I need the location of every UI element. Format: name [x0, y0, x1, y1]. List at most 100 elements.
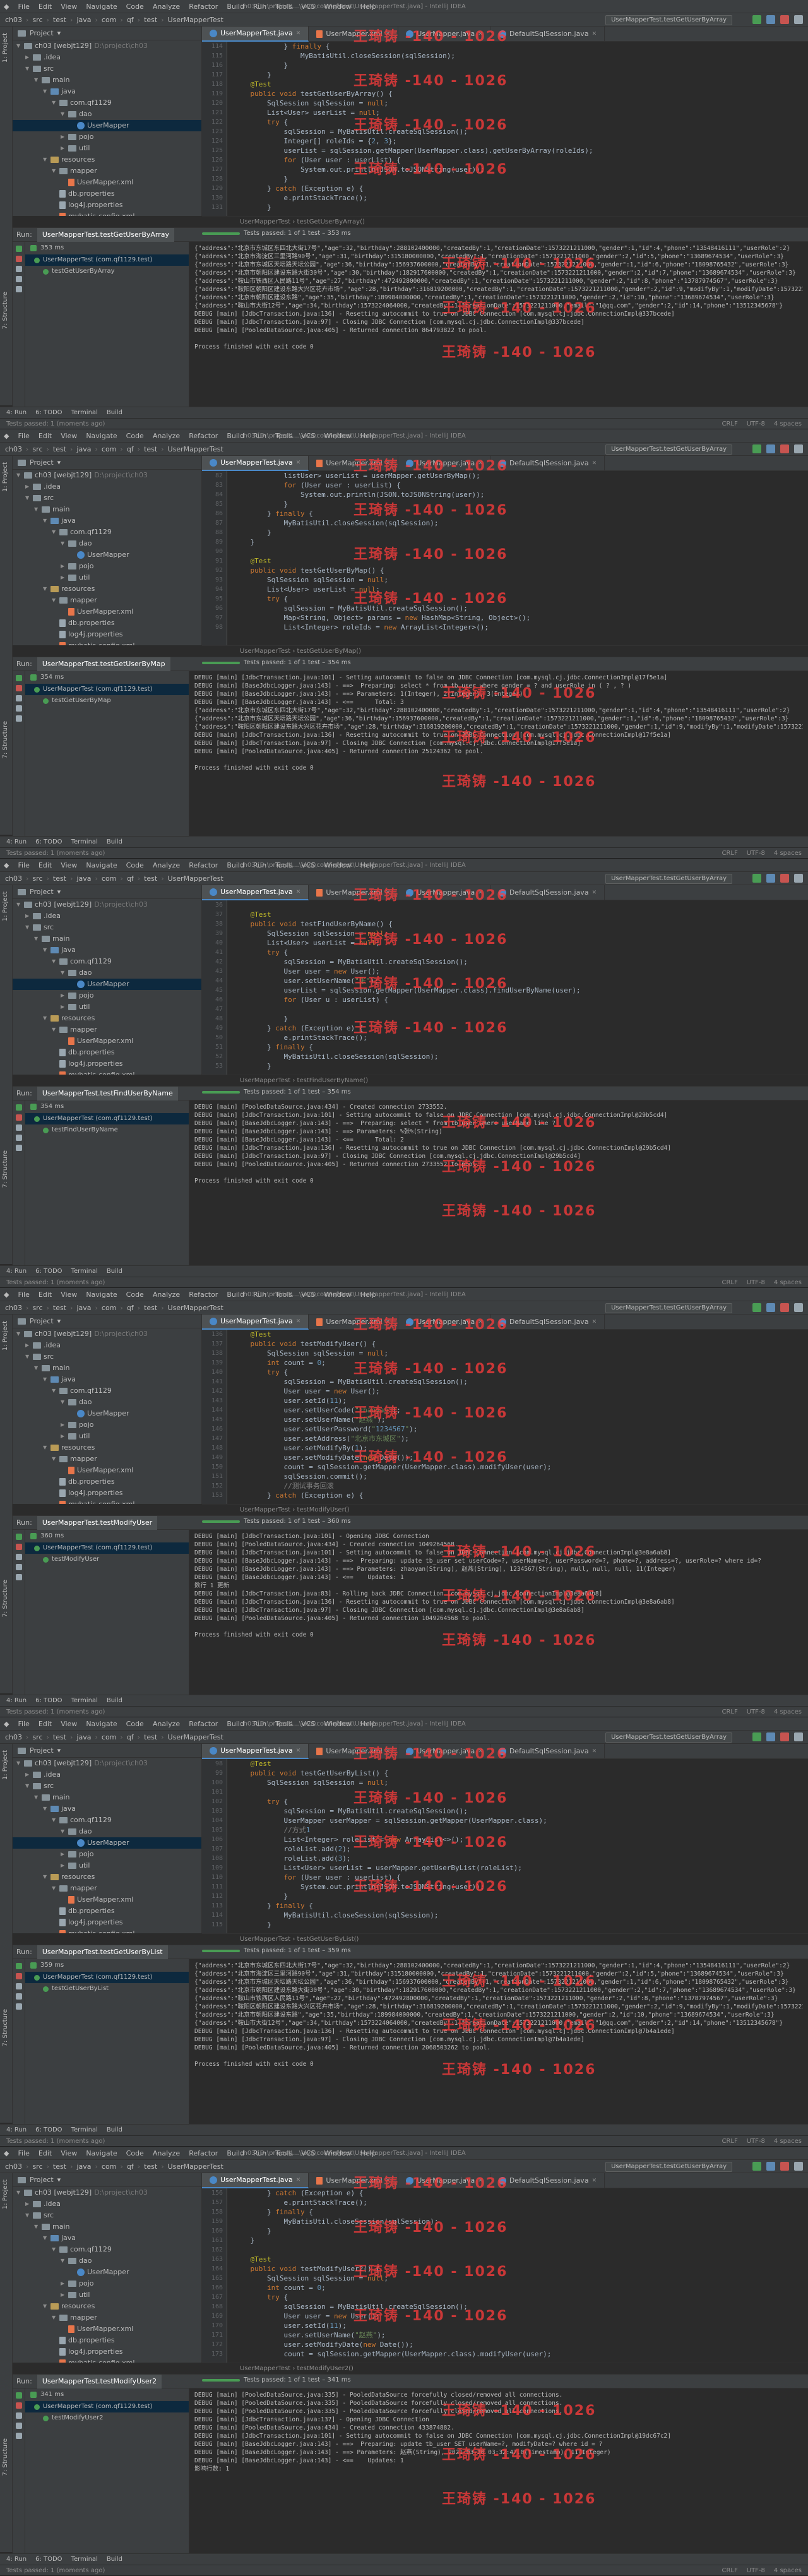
menu-file[interactable]: File: [18, 432, 29, 440]
bottom-tab[interactable]: 4: Run: [6, 1268, 27, 1275]
tree-item[interactable]: ▼ dao: [13, 109, 201, 120]
collapse-arrow-icon[interactable]: ▶: [25, 1769, 30, 1780]
test-class-row[interactable]: UserMapperTest (com.qf1129.test): [25, 1113, 189, 1124]
nav-crumb[interactable]: java: [76, 445, 91, 453]
tree-item[interactable]: ▼ java: [13, 1374, 201, 1385]
editor-tab[interactable]: DefaultSqlSession.java ✕: [491, 885, 605, 900]
editor-tab[interactable]: UserMapper.xml ✕: [309, 1744, 399, 1759]
console-output[interactable]: {"address":"北京市东城区东四北大街17号","age":32,"bi…: [189, 242, 808, 407]
run-icon[interactable]: [752, 2162, 761, 2171]
close-icon[interactable]: ✕: [478, 456, 483, 471]
editor-tab[interactable]: DefaultSqlSession.java ✕: [491, 2173, 605, 2188]
tree-item[interactable]: ▼ java: [13, 86, 201, 97]
bottom-tab[interactable]: Build: [107, 1697, 122, 1704]
close-icon[interactable]: ✕: [386, 1315, 391, 1330]
tree-item[interactable]: ▼ com.qf1129: [13, 1385, 201, 1397]
menu-analyze[interactable]: Analyze: [153, 861, 180, 869]
stop-icon[interactable]: [16, 256, 22, 262]
project-tool-tab[interactable]: 1: Project: [2, 1321, 9, 1351]
tree-item[interactable]: ▼ mapper: [13, 165, 201, 177]
nav-crumb[interactable]: test: [144, 1304, 157, 1312]
collapse-arrow-icon[interactable]: ▶: [25, 52, 30, 63]
search-icon[interactable]: [794, 1732, 803, 1741]
nav-crumb[interactable]: ch03: [5, 16, 22, 24]
nav-crumb[interactable]: java: [76, 1733, 91, 1741]
menu-view[interactable]: View: [61, 3, 77, 11]
status-item[interactable]: UTF-8: [747, 419, 765, 429]
expand-arrow-icon[interactable]: ▼: [34, 2221, 39, 2233]
tree-item[interactable]: ▼ main: [13, 1792, 201, 1803]
bottom-tab[interactable]: Terminal: [71, 1268, 98, 1275]
editor-tab[interactable]: UserMapper.java ✕: [398, 1315, 491, 1330]
test-class-row[interactable]: UserMapperTest (com.qf1129.test): [25, 254, 189, 266]
tree-item[interactable]: UserMapper.xml: [13, 177, 201, 188]
tree-item[interactable]: db.properties: [13, 617, 201, 629]
collapse-arrow-icon[interactable]: ▶: [61, 1001, 66, 1013]
nav-crumb[interactable]: qf: [127, 2162, 134, 2171]
expand-arrow-icon[interactable]: ▼: [34, 1792, 39, 1803]
close-icon[interactable]: ✕: [386, 2173, 391, 2188]
editor-tab[interactable]: UserMapper.xml ✕: [309, 1315, 399, 1330]
tree-item[interactable]: UserMapper.xml: [13, 1035, 201, 1047]
structure-tool-tab[interactable]: 7: Structure: [2, 721, 9, 758]
collapse-arrow-icon[interactable]: ▶: [61, 990, 66, 1001]
expand-arrow-icon[interactable]: ▼: [16, 1328, 21, 1340]
close-icon[interactable]: ✕: [478, 1744, 483, 1759]
editor-tab[interactable]: UserMapper.java ✕: [398, 27, 491, 42]
close-icon[interactable]: ✕: [592, 1744, 597, 1759]
structure-tool-tab[interactable]: 7: Structure: [2, 1580, 9, 1617]
tree-item[interactable]: ▼ resources: [13, 1013, 201, 1024]
menu-view[interactable]: View: [61, 2149, 77, 2157]
bottom-tab[interactable]: Build: [107, 1268, 122, 1275]
rerun-icon[interactable]: [16, 1963, 22, 1969]
tree-item[interactable]: UserMapper.xml: [13, 1894, 201, 1905]
stop-icon[interactable]: [16, 685, 22, 691]
expand-arrow-icon[interactable]: ▼: [34, 504, 39, 515]
tree-item[interactable]: ▼ java: [13, 2233, 201, 2244]
menu-refactor[interactable]: Refactor: [189, 2149, 218, 2157]
bottom-tab[interactable]: 4: Run: [6, 1697, 27, 1704]
bottom-tab[interactable]: 6: TODO: [35, 2556, 62, 2563]
chevron-down-icon[interactable]: ▾: [57, 2176, 61, 2184]
nav-crumb[interactable]: ch03: [5, 874, 22, 883]
tree-item[interactable]: mybatis-config.xml: [13, 1928, 201, 1933]
menu-edit[interactable]: Edit: [39, 1720, 52, 1728]
menu-code[interactable]: Code: [126, 432, 144, 440]
code-area[interactable]: @Test public void testFindUserByName() {…: [234, 900, 802, 1075]
stop-icon[interactable]: [16, 1544, 22, 1550]
rerun-icon[interactable]: [16, 1534, 22, 1540]
run-icon[interactable]: [752, 1732, 761, 1741]
editor-tab[interactable]: DefaultSqlSession.java ✕: [491, 1744, 605, 1759]
tree-item[interactable]: ▼ mapper: [13, 2312, 201, 2323]
editor-breadcrumb[interactable]: UserMapperTest › testGetUserByMap(): [202, 645, 808, 657]
run-icon[interactable]: [752, 1303, 761, 1312]
code-area[interactable]: } catch (Exception e) { e.printStackTrac…: [234, 2188, 802, 2363]
nav-crumb[interactable]: ch03: [5, 1304, 22, 1312]
menu-view[interactable]: View: [61, 1720, 77, 1728]
nav-crumb[interactable]: qf: [127, 16, 134, 24]
nav-crumb[interactable]: com: [102, 1733, 117, 1741]
bottom-tab[interactable]: 4: Run: [6, 2126, 27, 2133]
editor-tab[interactable]: UserMapperTest.java ✕: [202, 456, 309, 471]
debug-icon[interactable]: [766, 2162, 775, 2171]
sort-icon[interactable]: [16, 276, 22, 282]
close-icon[interactable]: ✕: [592, 1315, 597, 1330]
run-configuration-select[interactable]: UserMapperTest.testGetUserByArray: [605, 2162, 732, 2172]
nav-crumb[interactable]: src: [32, 445, 42, 453]
stop-icon[interactable]: [780, 1732, 789, 1741]
nav-crumb[interactable]: UserMapperTest: [168, 1304, 223, 1312]
menu-code[interactable]: Code: [126, 861, 144, 869]
rerun-icon[interactable]: [16, 1104, 22, 1111]
nav-crumb[interactable]: src: [32, 1304, 42, 1312]
chevron-down-icon[interactable]: ▾: [57, 1746, 61, 1755]
tree-item[interactable]: ▶ pojo: [13, 1849, 201, 1860]
tree-item[interactable]: ▼ ch03 [webjt129] D:\project\ch03: [13, 1328, 201, 1340]
expand-arrow-icon[interactable]: ▼: [52, 1815, 57, 1826]
editor-breadcrumb[interactable]: UserMapperTest › testModifyUser2(): [202, 2363, 808, 2374]
console-output[interactable]: DEBUG [main] [PooledDataSource.java:434]…: [189, 1100, 808, 1266]
tree-item[interactable]: ▼ ch03 [webjt129] D:\project\ch03: [13, 470, 201, 481]
collapse-arrow-icon[interactable]: ▶: [61, 143, 66, 154]
editor-tab[interactable]: UserMapperTest.java ✕: [202, 27, 309, 42]
tree-item[interactable]: UserMapper: [13, 1837, 201, 1849]
close-icon[interactable]: ✕: [478, 1315, 483, 1330]
